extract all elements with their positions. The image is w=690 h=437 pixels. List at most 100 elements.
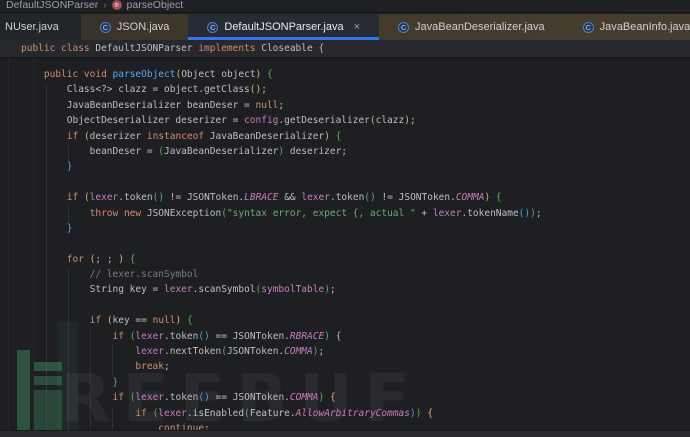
code-line: for (; ; ) { xyxy=(21,252,690,267)
code-token: null xyxy=(152,315,176,327)
code-token: JSONToken. xyxy=(226,346,285,358)
code-token: JavaBeanDeserializer xyxy=(164,145,279,157)
code-token: lexer xyxy=(135,330,165,342)
code-token: ObjectDeserializer deserizer = xyxy=(21,115,245,127)
tab-label: JavaBeanDeserializer.java xyxy=(415,21,545,33)
code-token: null xyxy=(255,99,279,111)
code-line: } xyxy=(21,221,690,236)
code-token: parseObject xyxy=(112,69,176,80)
code-token: { xyxy=(186,315,193,327)
sticky-class-header: public class DefaultJSONParser implement… xyxy=(0,40,690,58)
breadcrumb-class[interactable]: DefaultJSONParser xyxy=(6,0,98,11)
code-token: "syntax error, expect {, actual " xyxy=(226,207,416,219)
code-token: () xyxy=(364,192,376,204)
code-token: } xyxy=(66,222,73,234)
code-token: .getDeserializer xyxy=(278,115,370,127)
code-token: { xyxy=(335,330,342,342)
method-icon: m xyxy=(111,0,122,10)
code-line: Class<?> clazz = object.getClass(); xyxy=(21,82,690,97)
code-token: lexer xyxy=(135,392,165,404)
code-token: if xyxy=(66,192,84,204)
code-token: instanceof xyxy=(146,130,205,142)
code-token: String key = xyxy=(21,284,164,296)
class-icon: C xyxy=(99,21,111,33)
code-token: // lexer.scanSymbol xyxy=(21,269,199,281)
code-token: JavaBeanDeserializer xyxy=(204,130,325,142)
code-token: COMMA xyxy=(284,346,313,358)
code-token: ; xyxy=(318,346,325,358)
code-token: LBRACE xyxy=(244,192,279,204)
tab-label: NUser.java xyxy=(5,21,59,33)
tab-label: JSON.java xyxy=(116,21,170,33)
code-line: if (deserizer instanceof JavaBeanDeseria… xyxy=(21,129,690,144)
code-token: { xyxy=(267,69,273,80)
code-token: lexer xyxy=(135,346,164,358)
code-token: public class xyxy=(21,43,96,54)
code-line: if (key == null) { xyxy=(21,313,690,328)
code-token: key == xyxy=(112,315,153,327)
tab-javabeandeserializer-java[interactable]: C JavaBeanDeserializer.java xyxy=(379,14,564,40)
code-token: .tokenName xyxy=(461,207,519,219)
tab-json-java[interactable]: C JSON.java xyxy=(81,14,189,40)
tab-bar: NUser.java C JSON.java C DefaultJSONParser.j… xyxy=(0,14,690,40)
code-token: { xyxy=(427,407,433,419)
code-line: ObjectDeserializer deserizer = config.ge… xyxy=(21,113,690,128)
code-token: JSONException xyxy=(146,207,222,219)
tab-javabeaninfo-java[interactable]: C JavaBeanInfo.java xyxy=(564,14,690,40)
code-token: lexer xyxy=(432,207,462,219)
code-line: lexer.nextToken(JSONToken.COMMA); xyxy=(21,344,690,359)
code-token: .nextToken xyxy=(164,346,222,358)
code-token: ; ; xyxy=(95,253,119,265)
tab-label: DefaultJSONParser.java xyxy=(224,21,344,33)
breadcrumb: DefaultJSONParser › m parseObject xyxy=(0,0,690,13)
code-token: .token xyxy=(118,192,153,204)
code-token: .token xyxy=(329,192,365,204)
class-icon: C xyxy=(207,21,219,33)
code-token: != JSONToken. xyxy=(164,192,245,204)
code-line: if (lexer.isEnabled(Feature.AllowArbitra… xyxy=(21,406,690,421)
code-line: } xyxy=(21,375,690,390)
breadcrumb-method[interactable]: parseObject xyxy=(127,0,184,11)
code-token: if xyxy=(112,392,130,404)
code-token: COMMA xyxy=(289,392,319,404)
code-line: } xyxy=(21,159,690,174)
code-line: break; xyxy=(21,359,690,374)
close-icon[interactable]: × xyxy=(354,21,360,33)
code-token: .scanSymbol xyxy=(192,284,256,296)
code-token: ; xyxy=(409,115,416,127)
code-token: && xyxy=(278,192,302,204)
code-line: public void parseObject(Object object) { xyxy=(21,67,690,82)
code-token: { xyxy=(335,130,342,142)
code-line: String key = lexer.scanSymbol(symbolTabl… xyxy=(21,282,690,297)
editor[interactable]: public class DefaultJSONParser implement… xyxy=(0,40,690,437)
code-token: DefaultJSONParser xyxy=(95,43,199,54)
tab-label: JavaBeanInfo.java xyxy=(599,21,690,33)
code-token: lexer xyxy=(301,192,330,204)
code-token: ; xyxy=(535,207,542,219)
tab-defaultjsonparser-java[interactable]: C DefaultJSONParser.java × xyxy=(188,14,380,40)
code-token: () xyxy=(152,192,165,204)
code-token: break xyxy=(135,361,164,373)
tab-nuser-java[interactable]: NUser.java xyxy=(0,14,81,40)
code-token: JavaBeanDeserializer beanDeser = xyxy=(21,99,256,111)
code-token: config xyxy=(244,115,279,127)
code-token: { xyxy=(318,43,325,54)
code-token: .token xyxy=(164,330,199,342)
code-token: .token xyxy=(164,392,199,404)
code-lines[interactable]: public void parseObject(Object object) {… xyxy=(0,58,690,436)
code-token: if xyxy=(112,330,130,342)
code-token: Object object xyxy=(181,69,256,80)
code-token: { xyxy=(129,253,136,265)
code-token: } xyxy=(112,376,119,388)
